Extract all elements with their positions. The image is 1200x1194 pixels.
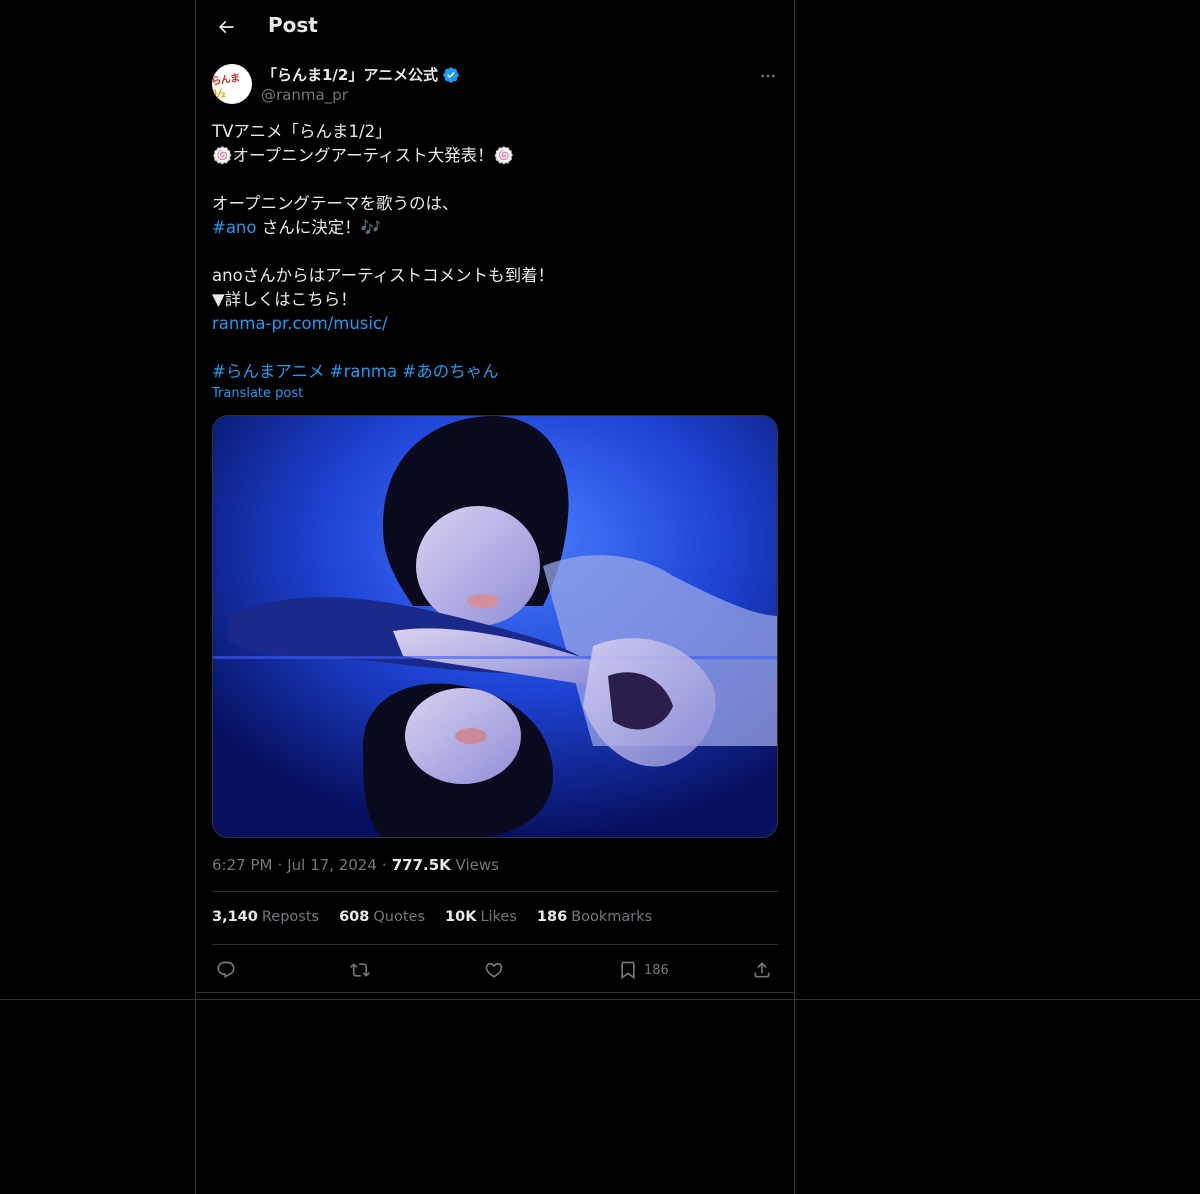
photo-illustration [213, 416, 777, 837]
post-header: Post [196, 0, 794, 54]
hashtag-link[interactable]: #ranma [330, 362, 397, 381]
heart-icon [484, 960, 504, 980]
meta-separator: · [381, 856, 387, 874]
hashtag-link[interactable]: #あのちゃん [402, 362, 498, 381]
share-icon [752, 960, 772, 980]
bookmark-count: 186 [644, 962, 669, 978]
divider [212, 891, 778, 892]
bookmarks-label: Bookmarks [571, 909, 653, 925]
hashtag-link[interactable]: #ano [212, 218, 257, 237]
likes-label: Likes [480, 909, 517, 925]
reposts-stat[interactable]: 3,140 Reposts [212, 909, 319, 925]
avatar-logo-num: ½ [212, 85, 227, 102]
author-name-text: 「らんま1/2」アニメ公式 [262, 66, 439, 84]
tweet-line: オープニングテーマを歌うのは、 [212, 194, 459, 213]
back-button[interactable] [208, 9, 244, 45]
avatar-logo-text: らんま [212, 72, 241, 88]
bookmarks-number: 186 [536, 909, 568, 925]
quotes-number: 608 [339, 909, 370, 925]
quotes-stat[interactable]: 608 Quotes [339, 909, 425, 925]
more-dots-icon [759, 67, 777, 85]
tweet-line: anoさんからはアーティストコメントも到着！ [212, 266, 555, 285]
quotes-label: Quotes [373, 909, 426, 925]
post-date[interactable]: Jul 17, 2024 [287, 856, 377, 874]
avatar[interactable]: らんま½ [212, 64, 252, 104]
engagement-stats: 3,140 Reposts 608 Quotes 10K Likes 186 Bookm… [212, 909, 652, 925]
bookmarks-stat[interactable]: 186 Bookmarks [537, 909, 652, 925]
tweet-line: ▼詳しくはこちら！ [212, 290, 357, 309]
post-meta: 6:27 PM · Jul 17, 2024 · 777.5K Views [212, 856, 499, 874]
reply-icon [216, 960, 236, 980]
reply-button[interactable] [216, 956, 236, 984]
page-title: Post [268, 13, 318, 37]
post-time[interactable]: 6:27 PM [212, 856, 272, 874]
action-bar: 186 [212, 956, 778, 984]
page-divider [0, 999, 1200, 1000]
divider [196, 992, 794, 993]
meta-separator: · [277, 856, 283, 874]
likes-stat[interactable]: 10K Likes [445, 909, 517, 925]
author-handle[interactable]: @ranma_pr [261, 86, 348, 104]
share-button[interactable] [752, 956, 772, 984]
author-display-name[interactable]: 「らんま1/2」アニメ公式 [262, 64, 460, 85]
like-button[interactable] [484, 956, 504, 984]
hashtag-link[interactable]: #らんまアニメ [212, 362, 325, 381]
bookmark-button[interactable]: 186 [618, 956, 669, 984]
reposts-label: Reposts [261, 909, 320, 925]
views-number: 777.5K [391, 856, 451, 874]
more-options-button[interactable] [756, 64, 780, 88]
tweet-media-photo[interactable] [212, 415, 778, 838]
tweet-line: 🍥オープニングアーティスト大発表！🍥 [212, 146, 515, 165]
arrow-left-icon [216, 17, 236, 37]
views-label: Views [455, 856, 499, 874]
translate-post-link[interactable]: Translate post [212, 386, 303, 401]
tweet-line: #ano さんに決定！🎶 [212, 216, 778, 240]
reposts-number: 3,140 [212, 909, 258, 925]
bookmark-icon [618, 960, 638, 980]
main-column: Post らんま½ 「らんま1/2」アニメ公式 @ranma_pr TVアニメ「… [195, 0, 795, 1194]
tweet-text: TVアニメ「らんま1/2」 🍥オープニングアーティスト大発表！🍥 オープニングテ… [212, 120, 778, 384]
repost-button[interactable] [350, 956, 370, 984]
tweet-line: TVアニメ「らんま1/2」 [212, 122, 392, 141]
verified-badge-icon [442, 66, 460, 84]
avatar-logo: らんま½ [212, 67, 252, 101]
likes-number: 10K [445, 909, 477, 925]
repost-icon [350, 960, 370, 980]
divider [212, 944, 778, 945]
url-link[interactable]: ranma-pr.com/music/ [212, 312, 778, 336]
views-count: 777.5K Views [392, 856, 499, 874]
tweet-line-text: さんに決定！🎶 [256, 218, 382, 237]
hashtags-line: #らんまアニメ #ranma #あのちゃん [212, 360, 778, 384]
